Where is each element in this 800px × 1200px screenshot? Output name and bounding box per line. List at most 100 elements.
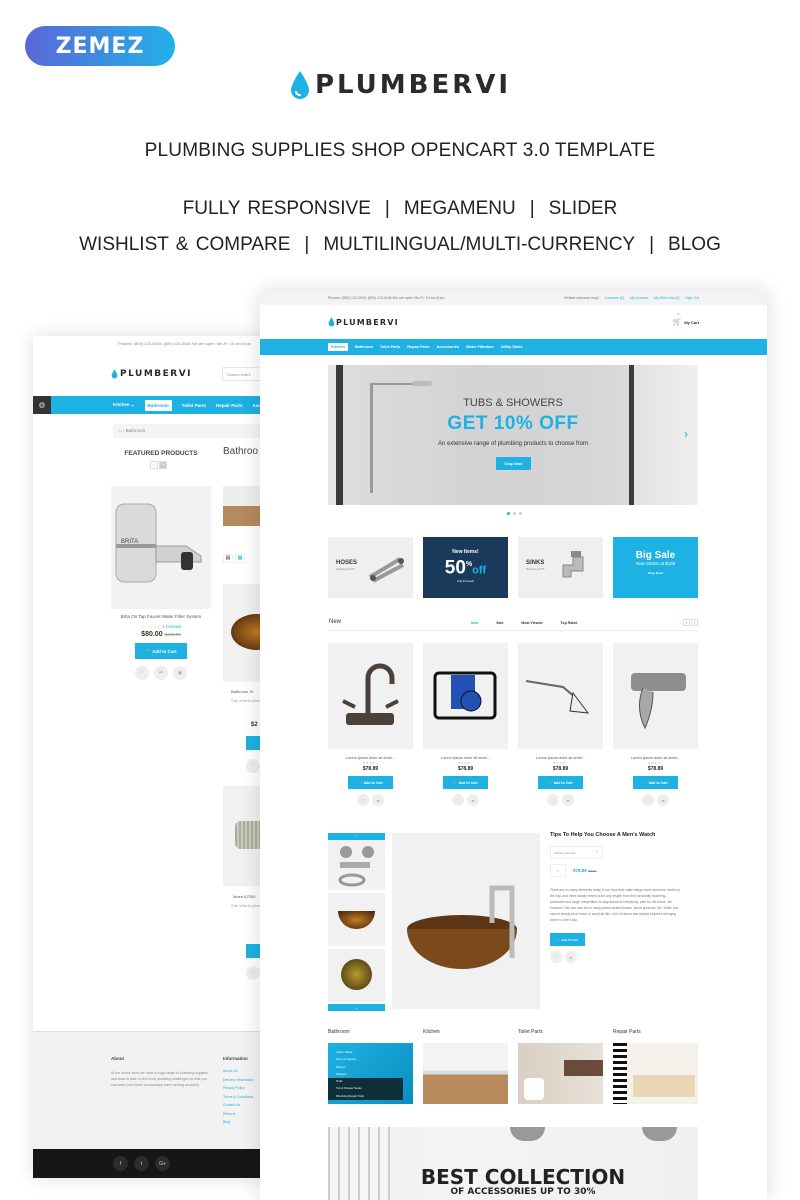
product-name[interactable]: Lorem ipsum dolor sit amet...	[423, 756, 508, 760]
slider-dot[interactable]	[513, 512, 516, 515]
add-to-cart-button[interactable]: 🛒 Add to Cart	[443, 776, 488, 789]
footer-link[interactable]: Terms & Conditions	[223, 1093, 254, 1102]
thumbnail[interactable]	[328, 840, 385, 890]
compare-icon[interactable]: ⇄	[562, 794, 574, 806]
product-image[interactable]: BRITA	[111, 486, 211, 609]
submenu-item[interactable]: Crane Toilets	[336, 1049, 403, 1056]
slider-dot[interactable]	[507, 512, 510, 515]
wishlist-heart-icon[interactable]: ♡	[135, 666, 149, 680]
shop-now-button[interactable]: Shop Now!	[496, 457, 531, 470]
add-to-cart-button[interactable]: 🛒 Add to Cart	[135, 643, 187, 659]
product-name[interactable]: Brita On Tap Faucet Water Filter System	[103, 614, 219, 619]
category-toilet-parts[interactable]: Toilet Parts	[518, 1029, 603, 1104]
wishlist-heart-icon[interactable]: ♡	[246, 759, 260, 773]
size-select[interactable]: Choose your size	[550, 846, 603, 859]
nav-item[interactable]: Repair Parts	[407, 345, 429, 349]
facebook-icon[interactable]: f	[113, 1156, 128, 1171]
nav-item[interactable]: Bathroom	[355, 345, 373, 349]
wishlist-link[interactable]: My Wish List (0)	[654, 296, 679, 300]
reviews-link[interactable]: 1 reviews	[162, 624, 181, 629]
nav-item[interactable]: Toilet Parts	[182, 403, 206, 408]
zemez-badge[interactable]: ZEMEZ	[25, 26, 175, 66]
hero-slider[interactable]: TUBS & SHOWERS GET 10% OFF An extensive …	[328, 365, 698, 505]
thumbnail[interactable]	[328, 949, 385, 1002]
footer-link[interactable]: Contact Us	[223, 1101, 254, 1110]
tab-sale[interactable]: Sale	[496, 621, 503, 625]
quickview-eye-icon[interactable]: ◉	[173, 666, 187, 680]
compare-icon[interactable]: ⇄	[467, 794, 479, 806]
add-to-cart-button[interactable]: 🛒 Add to Cart	[538, 776, 583, 789]
slider-next-icon[interactable]: ›	[684, 427, 688, 441]
nav-item[interactable]: Utility Sinks	[501, 345, 523, 349]
list-view-icon[interactable]: ▤	[223, 554, 233, 563]
cart-button[interactable]: 0 🛒 My Cart	[673, 312, 699, 326]
twitter-icon[interactable]: t	[134, 1156, 149, 1171]
wishlist-heart-icon[interactable]: ♡	[357, 794, 369, 806]
logo[interactable]: PLUMBERVI	[328, 317, 399, 327]
banner-shop-now[interactable]: Shop Now!	[613, 571, 698, 575]
submenu-item[interactable]: Tub & Shower Seats	[328, 1085, 403, 1093]
sign-out-link[interactable]: Sign Out	[685, 296, 699, 300]
add-to-cart-button[interactable]: 🛒 Add to Cart	[348, 776, 393, 789]
wishlist-heart-icon[interactable]: ♡	[642, 794, 654, 806]
tab-most-viewed[interactable]: Most Viewed	[521, 621, 542, 625]
home-icon[interactable]: ⌂	[119, 428, 122, 433]
product-image[interactable]	[518, 643, 603, 749]
footer-link[interactable]: About Us	[223, 1067, 254, 1076]
banner-sinks[interactable]: SINKS Starting at $ 375	[518, 537, 603, 598]
banner-big-sale[interactable]: Big Sale Now Startin at $199 Shop Now!	[613, 537, 698, 598]
compare-icon[interactable]: ⇄	[565, 951, 577, 963]
logo[interactable]: PLUMBERVI	[111, 369, 192, 379]
next-arrow-icon[interactable]: ›	[159, 461, 167, 469]
wishlist-heart-icon[interactable]: ♡	[452, 794, 464, 806]
wishlist-heart-icon[interactable]: ♡	[246, 966, 260, 980]
product-image[interactable]	[423, 643, 508, 749]
category-repair-parts[interactable]: Repair Parts	[613, 1029, 698, 1104]
product-name[interactable]: Lorem ipsum dolor sit amet...	[518, 756, 603, 760]
category-bathroom[interactable]: Bathroom Crane Toilets Home & Garden Kit…	[328, 1029, 413, 1104]
add-to-cart-button[interactable]: 🛒 Add To Cart	[550, 933, 585, 946]
prev-arrow-icon[interactable]: ‹	[150, 461, 158, 469]
wishlist-heart-icon[interactable]: ♡	[550, 951, 562, 963]
thumb-up-arrow-icon[interactable]: ⌃	[328, 833, 385, 840]
add-to-cart-button[interactable]: 🛒 Add to Cart	[633, 776, 678, 789]
submenu-item[interactable]: Plumbing Repair Parts	[328, 1092, 403, 1101]
compare-icon[interactable]: ⇄	[657, 794, 669, 806]
google-plus-icon[interactable]: G+	[155, 1156, 170, 1171]
next-arrow-icon[interactable]: ›	[691, 619, 698, 626]
tab-new[interactable]: New	[471, 621, 478, 625]
quantity-input[interactable]: 1	[550, 864, 566, 877]
thumbnail[interactable]	[328, 893, 385, 946]
tab-top-rated[interactable]: Top Rated	[561, 621, 578, 625]
banner-hoses[interactable]: HOSES Starting at $ 375	[328, 537, 413, 598]
product-image[interactable]	[613, 643, 698, 749]
compare-icon[interactable]: ⇄	[154, 666, 168, 680]
footer-link[interactable]: Privacy Policy	[223, 1084, 254, 1093]
thumb-down-arrow-icon[interactable]: ⌄	[328, 1004, 385, 1011]
slider-dot[interactable]	[519, 512, 522, 515]
prev-arrow-icon[interactable]: ‹	[683, 619, 690, 626]
nav-item-active[interactable]: Kitchen	[328, 343, 348, 351]
footer-link[interactable]: Blog	[223, 1118, 254, 1127]
nav-item[interactable]: Toilet Parts	[380, 345, 400, 349]
compare-icon[interactable]: ⇄	[372, 794, 384, 806]
nav-item[interactable]: Kitchen ⌄	[113, 402, 135, 408]
wishlist-heart-icon[interactable]: ♡	[547, 794, 559, 806]
category-kitchen[interactable]: Kitchen	[423, 1029, 508, 1104]
submenu-item[interactable]: Showers	[336, 1071, 403, 1078]
nav-item[interactable]: Water Filtration	[466, 345, 494, 349]
best-collection-banner[interactable]: BEST COLLECTION OF ACCESSORIES UP TO 30%	[328, 1127, 698, 1200]
submenu-item[interactable]: Home & Garden	[336, 1056, 403, 1063]
my-account-link[interactable]: My Account	[630, 296, 648, 300]
submenu-item[interactable]: Tools	[328, 1078, 403, 1086]
product-name[interactable]: Moen A7200	[233, 894, 255, 899]
product-name[interactable]: Lorem ipsum dolor sit amet...	[613, 756, 698, 760]
footer-link[interactable]: Delivery Information	[223, 1076, 254, 1085]
nav-item-active[interactable]: Bathroom	[144, 399, 172, 411]
grid-view-icon[interactable]: ▦	[235, 554, 245, 563]
quickview-main-image[interactable]	[392, 833, 540, 1009]
product-image[interactable]	[328, 643, 413, 749]
compare-link[interactable]: Compare (0)	[605, 296, 625, 300]
settings-icon[interactable]: ⚙	[33, 396, 51, 414]
footer-link[interactable]: Returns	[223, 1110, 254, 1119]
